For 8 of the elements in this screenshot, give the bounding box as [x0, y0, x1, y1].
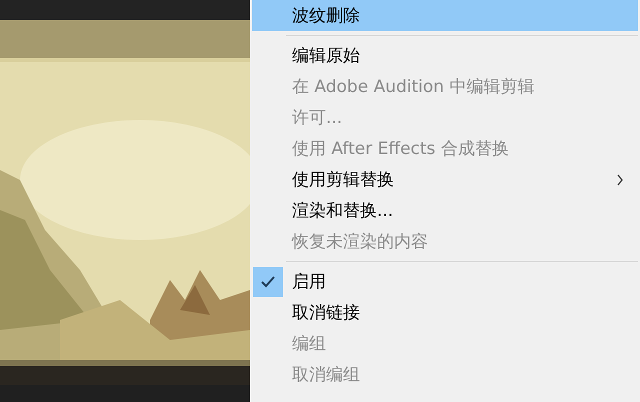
menu-item[interactable]: 取消链接	[252, 297, 638, 328]
menu-item[interactable]: 使用剪辑替换	[252, 164, 638, 195]
menu-item[interactable]: 波纹删除	[252, 0, 638, 31]
checkmark-icon	[253, 266, 283, 296]
menu-item[interactable]: 编辑原始	[252, 40, 638, 71]
chevron-right-icon	[616, 174, 624, 186]
menu-item[interactable]: 渲染和替换...	[252, 195, 638, 226]
menu-item[interactable]: 启用	[252, 266, 638, 297]
